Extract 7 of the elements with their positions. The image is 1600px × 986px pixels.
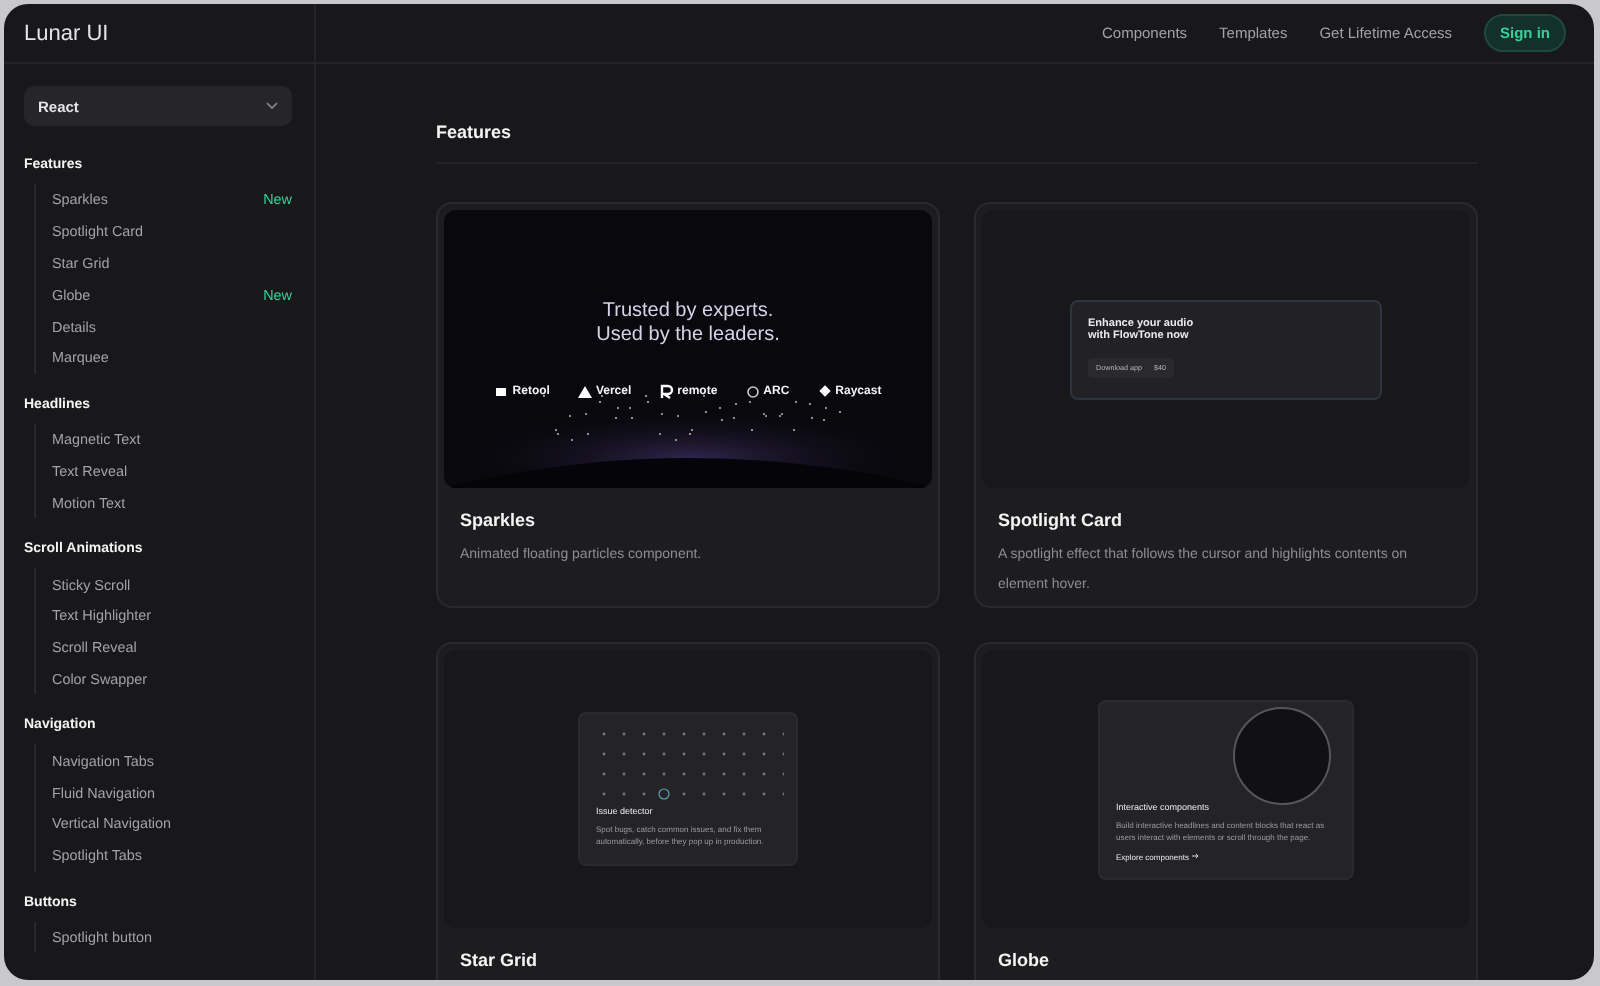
card-title: Star Grid [460, 950, 540, 970]
preview-headline: Trusted by experts. Used by the leaders. [596, 299, 780, 347]
page-heading: Features [436, 122, 1478, 164]
card-title: Spotlight Card [998, 510, 1124, 530]
card-title: Sparkles [460, 510, 538, 530]
card-title: Globe [998, 950, 1052, 970]
logo-text[interactable]: Lunar UI [4, 4, 316, 62]
